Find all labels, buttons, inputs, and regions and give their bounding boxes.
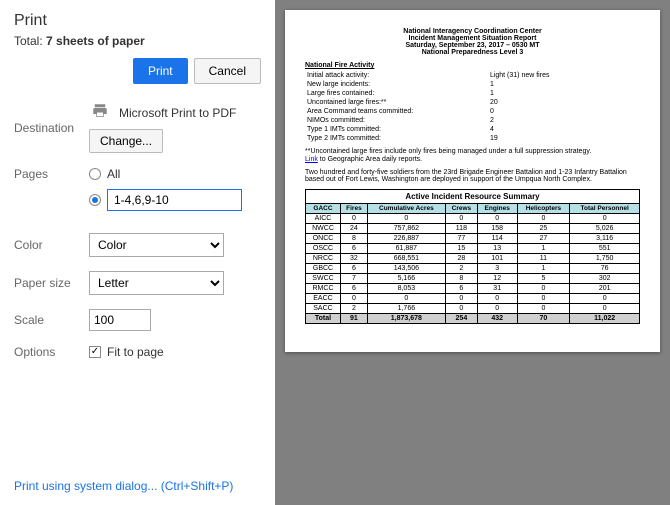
fit-checkbox[interactable] <box>89 346 101 358</box>
summary-header-row: GACCFiresCumulative AcresCrewsEnginesHel… <box>306 204 640 214</box>
scale-input[interactable] <box>89 309 151 331</box>
fire-note: **Uncontained large fires include only f… <box>305 148 640 155</box>
table-row: RMCC68,0536310201 <box>306 284 640 294</box>
cancel-button[interactable]: Cancel <box>194 58 261 84</box>
geo-link[interactable]: Link <box>305 156 318 163</box>
radio-custom[interactable] <box>89 194 101 206</box>
radio-all[interactable] <box>89 168 101 180</box>
link-line: Link to Geographic Area daily reports. <box>305 156 640 163</box>
table-row: NWCC24757,862118158255,026 <box>306 224 640 234</box>
summary-table: Active Incident Resource Summary GACCFir… <box>305 189 640 324</box>
table-row: SACC21,7660000 <box>306 304 640 314</box>
color-row: Color Color <box>14 233 261 257</box>
dialog-title: Print <box>14 12 261 30</box>
document-page: National Interagency Coordination Center… <box>285 10 660 352</box>
system-dialog-link[interactable]: Print using system dialog... (Ctrl+Shift… <box>14 479 261 493</box>
fire-section-title: National Fire Activity <box>305 62 640 69</box>
fire-activity-table: Initial attack activity:Light (31) new f… <box>305 70 640 144</box>
destination-row: Destination Microsoft Print to PDF Chang… <box>14 102 261 153</box>
options-row: Options Fit to page <box>14 345 261 359</box>
color-label: Color <box>14 238 89 252</box>
soldier-paragraph: Two hundred and forty-five soldiers from… <box>305 169 640 183</box>
fit-label: Fit to page <box>107 345 164 359</box>
pages-custom-row[interactable] <box>89 189 261 211</box>
button-row: Print Cancel <box>14 58 261 84</box>
destination-name: Microsoft Print to PDF <box>119 106 236 120</box>
table-total-row: Total911,873,6782544327011,022 <box>306 314 640 324</box>
paper-row: Paper size Letter <box>14 271 261 295</box>
pages-all-label: All <box>107 167 120 181</box>
table-row: GBCC6143,50623176 <box>306 264 640 274</box>
print-button[interactable]: Print <box>133 58 188 84</box>
pages-all-row[interactable]: All <box>89 167 261 181</box>
summary-caption: Active Incident Resource Summary <box>305 189 640 203</box>
table-row: OSCC661,88715131551 <box>306 244 640 254</box>
total-value: 7 sheets of paper <box>46 34 145 48</box>
printer-icon <box>89 102 111 123</box>
table-row: EACC000000 <box>306 294 640 304</box>
options-label: Options <box>14 345 89 359</box>
change-destination-button[interactable]: Change... <box>89 129 163 153</box>
table-row: NRCC32668,55128101111,750 <box>306 254 640 264</box>
pages-row: Pages All <box>14 167 261 219</box>
pages-label: Pages <box>14 167 89 181</box>
paper-label: Paper size <box>14 276 89 290</box>
pages-custom-input[interactable] <box>107 189 242 211</box>
doc-header: National Interagency Coordination Center… <box>305 28 640 56</box>
destination-label: Destination <box>14 121 89 135</box>
scale-label: Scale <box>14 313 89 327</box>
table-row: AICC000000 <box>306 214 640 224</box>
total-line: Total: 7 sheets of paper <box>14 34 261 48</box>
preview-area: National Interagency Coordination Center… <box>275 0 670 505</box>
table-row: SWCC75,1668125302 <box>306 274 640 284</box>
print-panel: Print Total: 7 sheets of paper Print Can… <box>0 0 275 505</box>
color-select[interactable]: Color <box>89 233 224 257</box>
scale-row: Scale <box>14 309 261 331</box>
total-prefix: Total: <box>14 34 46 48</box>
paper-select[interactable]: Letter <box>89 271 224 295</box>
table-row: ONCC8226,88777114273,116 <box>306 234 640 244</box>
